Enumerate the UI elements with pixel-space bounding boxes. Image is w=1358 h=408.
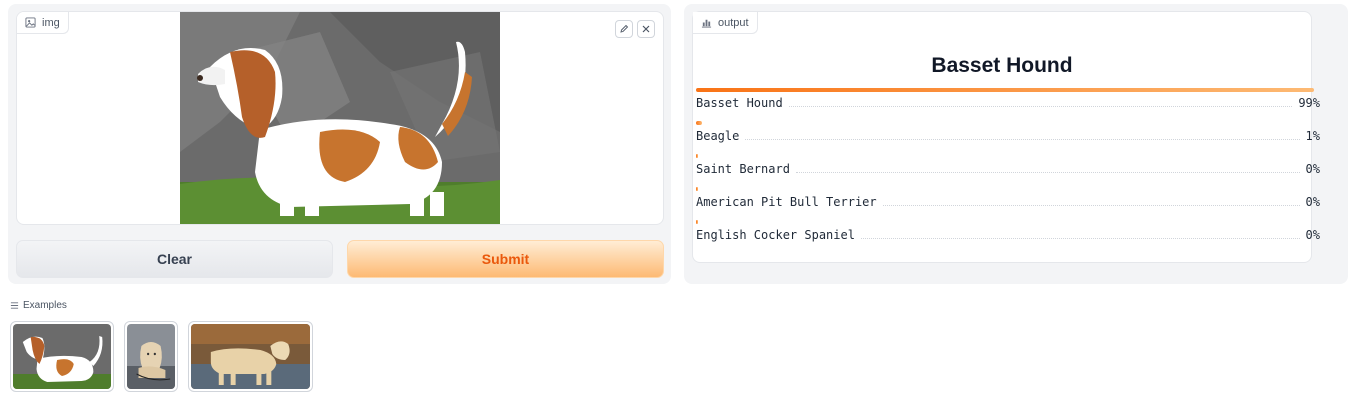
predicted-label: Basset Hound (931, 54, 1073, 77)
examples-gallery (10, 321, 313, 392)
golden-retriever-example[interactable] (188, 321, 313, 392)
confidence-list: Basset Hound 99% Beagle 1% Saint Bernard… (696, 88, 1320, 253)
confidence-percent: 1% (1305, 129, 1320, 143)
edit-icon[interactable] (615, 20, 633, 38)
confidence-label: English Cocker Spaniel (696, 228, 855, 242)
confidence-label: Saint Bernard (696, 162, 790, 176)
submit-button[interactable]: Submit (347, 240, 664, 278)
list-icon (10, 302, 19, 309)
image-input-label: img (17, 12, 69, 34)
dotted-leader (795, 172, 1300, 173)
dotted-leader (745, 139, 1300, 140)
confidence-row[interactable]: Saint Bernard 0% (696, 154, 1320, 187)
confidence-percent: 0% (1305, 195, 1320, 209)
confidence-bar (696, 121, 703, 125)
confidence-row[interactable]: English Cocker Spaniel 0% (696, 220, 1320, 253)
basset-hound-example[interactable] (10, 321, 114, 392)
dotted-leader (860, 238, 1300, 239)
image-icon (25, 17, 36, 28)
output-label: output (693, 12, 758, 34)
clear-button[interactable]: Clear (16, 240, 333, 278)
image-input-label-text: img (42, 16, 60, 29)
image-input[interactable]: img (16, 11, 664, 225)
output-label-text: output (718, 16, 749, 29)
confidence-percent: 99% (1298, 96, 1320, 110)
confidence-row[interactable]: American Pit Bull Terrier 0% (696, 187, 1320, 220)
output-panel: output Basset Hound Basset Hound 99% Bea… (684, 4, 1348, 284)
close-icon[interactable] (637, 20, 655, 38)
confidence-bar (696, 154, 698, 158)
examples-header: Examples (10, 300, 67, 311)
examples-label: Examples (23, 300, 67, 311)
confidence-label: Beagle (696, 129, 740, 143)
confidence-row[interactable]: Beagle 1% (696, 121, 1320, 154)
dotted-leader (788, 106, 1293, 107)
input-panel: img Clear Submit (8, 4, 671, 284)
confidence-percent: 0% (1305, 162, 1320, 176)
confidence-bar (696, 220, 698, 224)
confidence-bar (696, 88, 1314, 92)
chart-icon (701, 17, 712, 28)
puppy-example[interactable] (124, 321, 178, 392)
confidence-bar (696, 187, 698, 191)
uploaded-image (180, 12, 500, 224)
confidence-label: Basset Hound (696, 96, 783, 110)
confidence-label: American Pit Bull Terrier (696, 195, 877, 209)
dotted-leader (882, 205, 1300, 206)
confidence-row[interactable]: Basset Hound 99% (696, 88, 1320, 121)
confidence-percent: 0% (1305, 228, 1320, 242)
